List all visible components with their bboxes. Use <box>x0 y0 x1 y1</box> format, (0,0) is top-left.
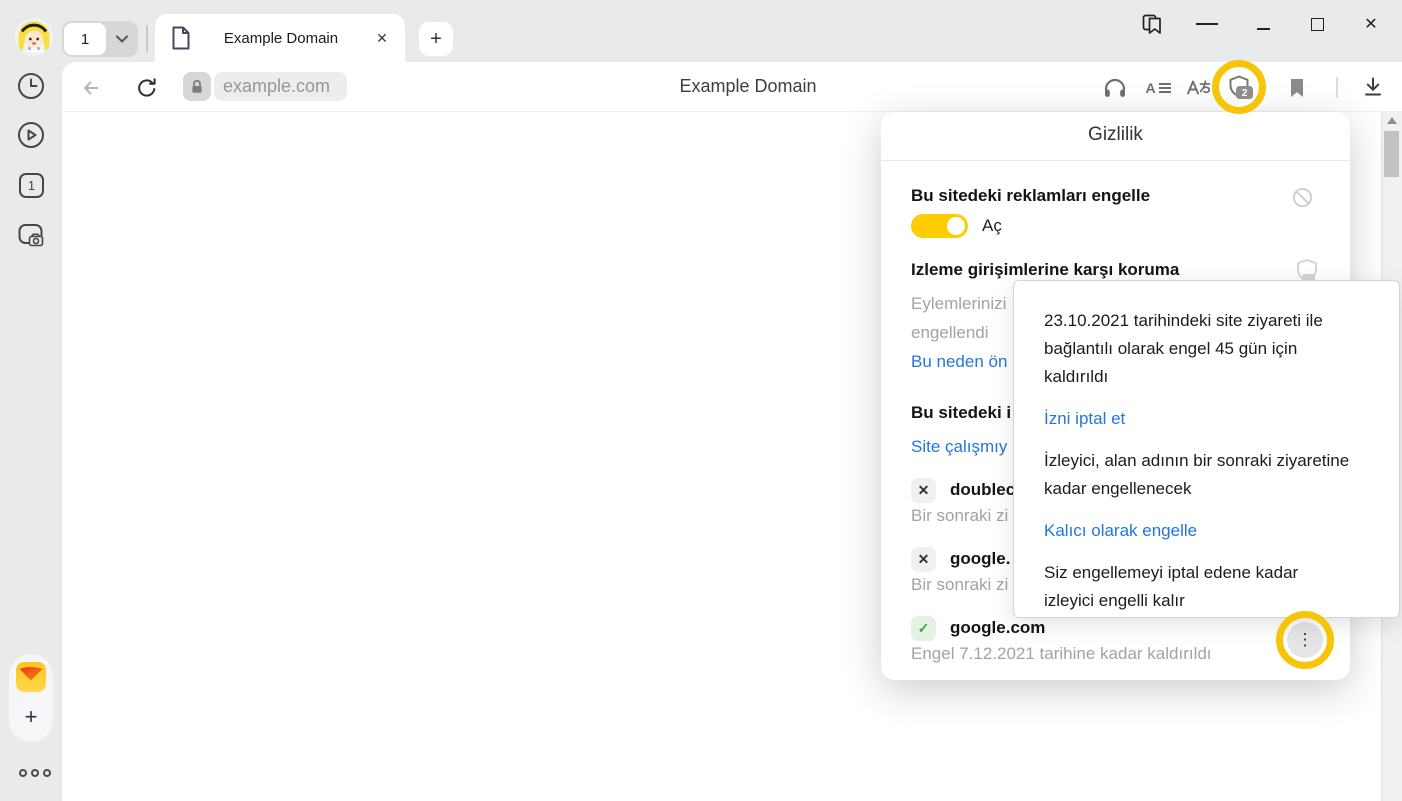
add-app-button[interactable]: + <box>17 703 45 731</box>
history-icon[interactable] <box>17 72 45 100</box>
adblock-toggle[interactable] <box>911 214 968 238</box>
minimize-button[interactable] <box>1252 13 1274 35</box>
tracker-blocked-icon[interactable]: ✕ <box>911 478 936 503</box>
tooltip-text-3: Siz engellemeyi iptal edene kadar izleyi… <box>1044 559 1316 615</box>
no-ads-icon <box>1292 187 1313 213</box>
profile-avatar[interactable] <box>15 18 53 56</box>
play-media-icon[interactable] <box>17 121 45 149</box>
site-not-working-link[interactable]: Site çalışmıy <box>911 437 1007 457</box>
tracker-allowed-icon[interactable]: ✓ <box>911 616 936 641</box>
tracker-note: Bir sonraki zi <box>911 575 1008 595</box>
toggle-knob <box>947 217 965 235</box>
tab-group-button[interactable]: 1 <box>62 21 138 57</box>
girl-avatar-icon <box>15 18 53 56</box>
tab-group-count[interactable]: 1 <box>64 23 106 55</box>
tracking-description-line2: engellendi <box>911 323 989 343</box>
toggle-state-label: Aç <box>982 216 1002 236</box>
tab-close-icon[interactable]: ✕ <box>371 27 393 49</box>
tab-title: Example Domain <box>191 30 371 47</box>
maximize-button[interactable] <box>1306 13 1328 35</box>
tab-example-domain[interactable]: Example Domain ✕ <box>155 14 405 62</box>
download-icon[interactable] <box>1360 74 1386 100</box>
browser-window: 1 Example Domain ✕ + ✕ 1 <box>0 0 1402 801</box>
annotation-ring-more-button <box>1276 611 1334 669</box>
lock-icon[interactable] <box>183 72 211 101</box>
annotation-ring-shield <box>1212 60 1266 114</box>
page-title: Example Domain <box>598 76 898 97</box>
address-bar[interactable]: example.com <box>214 72 347 101</box>
ads-section-title: Bu sitedeki reklamları engelle <box>911 186 1150 206</box>
tracker-domain: google. <box>950 549 1010 569</box>
scrollbar-thumb[interactable] <box>1384 131 1399 177</box>
back-icon[interactable] <box>78 75 104 101</box>
tracker-domain: doublec <box>950 480 1015 500</box>
tracking-description-line1: Eylemlerinizi <box>911 294 1006 314</box>
tracker-note: Bir sonraki zi <box>911 506 1008 526</box>
revoke-permission-link[interactable]: İzni iptal et <box>1044 405 1377 433</box>
side-panels-icon[interactable] <box>1141 13 1163 35</box>
tabstrip-separator <box>146 25 148 53</box>
toolbar-separator <box>1336 77 1338 98</box>
trackers-list-title: Bu sitedeki i <box>911 403 1011 423</box>
why-important-link[interactable]: Bu neden ön <box>911 352 1007 372</box>
tracking-section-title: Izleme girişimlerine karşı koruma <box>911 260 1179 280</box>
screenshot-camera-icon[interactable] <box>17 221 45 249</box>
tracker-blocked-icon[interactable]: ✕ <box>911 547 936 572</box>
chevron-down-icon[interactable] <box>106 34 138 44</box>
popup-header-divider <box>881 160 1350 161</box>
tracker-tooltip: 23.10.2021 tarihindeki site ziyareti ile… <box>1013 280 1400 618</box>
yandex-mail-icon[interactable] <box>16 662 46 692</box>
block-permanently-link[interactable]: Kalıcı olarak engelle <box>1044 517 1377 545</box>
menu-icon[interactable] <box>1196 13 1218 35</box>
page-favicon-icon <box>171 26 191 50</box>
scrollbar-up-arrow[interactable] <box>1387 117 1397 124</box>
translate-icon[interactable] <box>1186 75 1212 101</box>
popup-title: Gizlilik <box>881 124 1350 146</box>
url-text: example.com <box>223 76 330 97</box>
listen-headphones-icon[interactable] <box>1102 75 1128 101</box>
new-tab-button[interactable]: + <box>419 22 453 56</box>
tracker-note: Engel 7.12.2021 tarihine kadar kaldırıld… <box>911 644 1212 664</box>
tooltip-text-1: 23.10.2021 tarihindeki site ziyareti ile… <box>1044 307 1366 391</box>
sidebar-more-icon[interactable] <box>19 769 51 777</box>
bookmark-icon[interactable] <box>1284 75 1310 101</box>
tooltip-text-2: İzleyici, alan adının bir sonraki ziyare… <box>1044 447 1377 503</box>
sidebar-tab-counter[interactable]: 1 <box>19 173 44 198</box>
reload-icon[interactable] <box>134 75 160 101</box>
tracker-domain: google.com <box>950 618 1045 638</box>
window-close-button[interactable]: ✕ <box>1360 13 1382 35</box>
reader-mode-icon[interactable]: A <box>1145 75 1171 101</box>
